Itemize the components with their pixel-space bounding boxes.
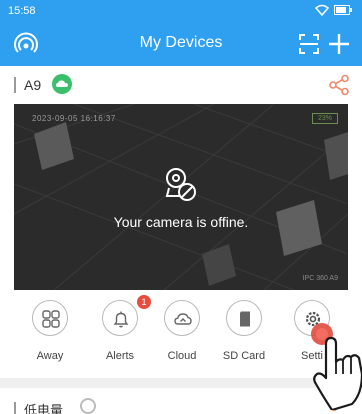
alerts-button[interactable]: 1 <box>102 295 151 336</box>
wifi-icon <box>315 4 329 16</box>
camera-battery: 23% <box>312 113 338 124</box>
status-time: 15:58 <box>8 5 36 17</box>
device-name: A9 <box>24 77 42 93</box>
bell-icon <box>113 311 129 328</box>
camera-preview[interactable]: 2023-09-05 16:16:37 23% Your camera is o… <box>14 104 348 290</box>
device-header: A9 <box>0 66 362 104</box>
sd-card-button[interactable] <box>226 300 262 336</box>
scan-icon[interactable] <box>298 33 320 55</box>
away-control[interactable]: Away <box>20 300 80 370</box>
away-label: Away <box>36 350 64 362</box>
device-divider <box>14 77 16 93</box>
next-device-status-icon <box>80 398 96 414</box>
alerts-label: Alerts <box>105 350 135 362</box>
cloud-label: Cloud <box>167 350 197 362</box>
add-device-icon[interactable] <box>326 31 352 57</box>
away-button[interactable] <box>32 300 68 336</box>
sd-card-control[interactable]: SD Card <box>214 300 274 370</box>
sd-card-icon <box>240 311 250 327</box>
next-device-divider <box>14 402 16 414</box>
cloud-status-icon <box>52 74 72 94</box>
camera-timestamp: 2023-09-05 16:16:37 <box>32 114 116 123</box>
system-icons <box>315 4 352 16</box>
tap-hint-hand-icon <box>311 323 362 410</box>
camera-label: IPC 360 A9 <box>302 275 338 282</box>
camera-offline-icon <box>165 168 196 201</box>
status-bar: 15:58 <box>0 0 362 22</box>
away-icon <box>42 310 60 328</box>
battery-icon <box>334 5 352 15</box>
cloud-button[interactable] <box>164 300 200 336</box>
offline-message: Your camera is offine. <box>113 214 249 230</box>
share-icon[interactable] <box>328 74 350 96</box>
cloud-icon <box>174 313 192 325</box>
alerts-badge: 1 <box>137 295 151 309</box>
app-header: My Devices <box>0 22 362 66</box>
cloud-control[interactable]: Cloud <box>152 300 212 370</box>
next-device-name: 低电量 <box>24 403 64 414</box>
sd-card-label: SD Card <box>222 350 266 362</box>
alerts-control[interactable]: 1 Alerts <box>90 295 151 370</box>
